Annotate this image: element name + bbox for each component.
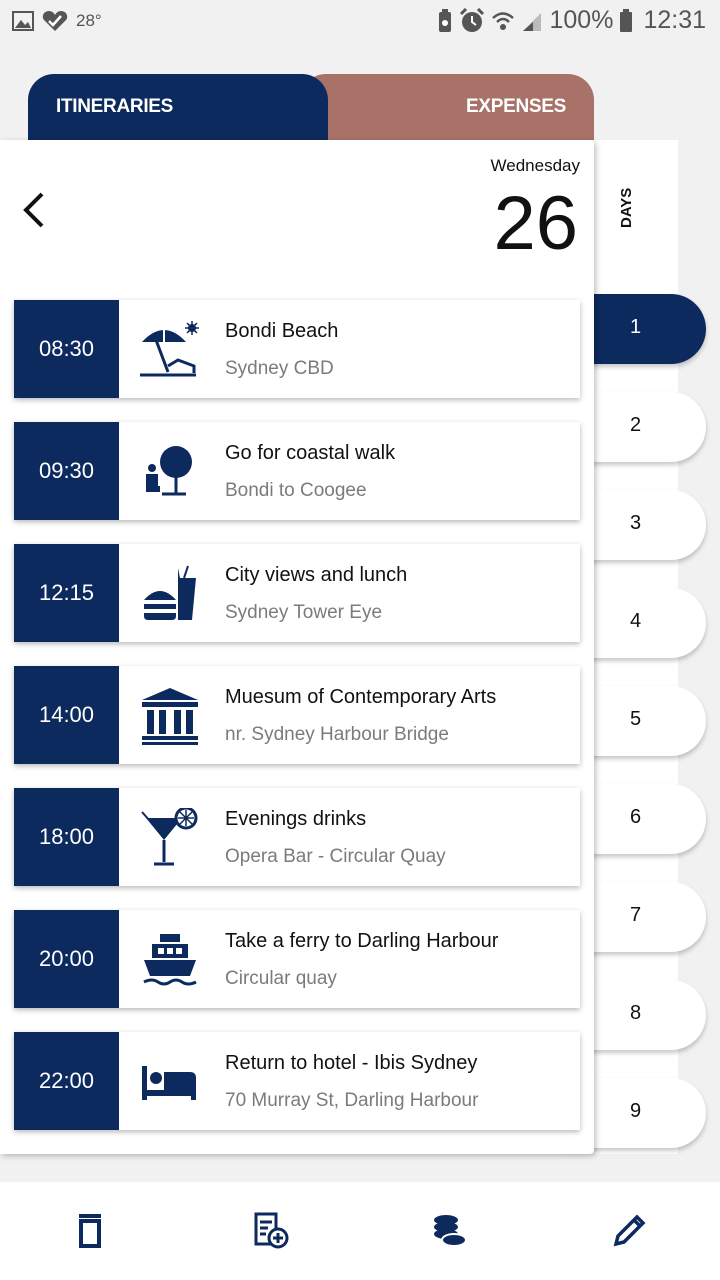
item-time: 18:00 (14, 788, 119, 886)
day-number-label: 4 (630, 610, 642, 632)
itinerary-item[interactable]: 14:00 Muesum of Contemporary Arts nr. Sydn… (14, 666, 580, 764)
status-bar: 28° 100% 12:31 (0, 0, 720, 44)
itinerary-item[interactable]: 08:30 Bondi Beach Sydney CBD (14, 300, 580, 398)
hotel-bed-icon (138, 1052, 202, 1112)
add-to-list-icon[interactable] (250, 1210, 290, 1250)
day-number-label: 8 (630, 1002, 642, 1024)
item-time: 20:00 (14, 910, 119, 1008)
tab-expenses-label: EXPENSES (465, 96, 566, 117)
item-subtitle: 70 Murray St, Darling Harbour (225, 1090, 479, 1111)
coins-icon[interactable] (430, 1210, 470, 1250)
item-subtitle: Sydney CBD (225, 358, 334, 379)
item-subtitle: Opera Bar - Circular Quay (225, 846, 446, 867)
item-title: Return to hotel - Ibis Sydney (225, 1052, 478, 1074)
days-label: DAYS (618, 187, 635, 228)
itinerary-item[interactable]: 20:00 Take a ferry to Darling Harbour Circ… (14, 910, 580, 1008)
status-time: 12:31 (643, 6, 706, 34)
cocktail-icon (138, 806, 202, 868)
health-heart-icon (42, 11, 68, 31)
itinerary-item[interactable]: 22:00 Return to hotel - Ibis Sydney 70 Mur… (14, 1032, 580, 1130)
day-number-label: 1 (630, 316, 642, 338)
battery-icon (620, 8, 633, 32)
itinerary-item[interactable]: 18:00 Evenings drinks Opera Bar - Circular… (14, 788, 580, 886)
weekday-label: Wednesday (490, 156, 580, 175)
day-number-label: 6 (630, 806, 642, 828)
item-time: 22:00 (14, 1032, 119, 1130)
item-title: Bondi Beach (225, 320, 339, 342)
item-time: 14:00 (14, 666, 119, 764)
item-title: Take a ferry to Darling Harbour (225, 930, 499, 952)
day-number-label: 5 (630, 708, 642, 730)
item-time: 08:30 (14, 300, 119, 398)
beach-umbrella-icon (138, 320, 202, 380)
day-number-label: 7 (630, 904, 642, 926)
edit-pencil-icon[interactable] (610, 1210, 650, 1250)
tab-itineraries-label: ITINERARIES (56, 96, 174, 117)
item-title: Go for coastal walk (225, 442, 396, 464)
day-number-label: 2 (630, 414, 642, 436)
itinerary-item[interactable]: 12:15 City views and lunch Sydney Tower Ey… (14, 544, 580, 642)
day-number: 26 (493, 181, 578, 266)
temperature-text: 28° (76, 11, 102, 30)
item-time: 12:15 (14, 544, 119, 642)
item-subtitle: Circular quay (225, 968, 337, 989)
alarm-icon (460, 7, 485, 32)
cell-signal-icon (523, 12, 542, 31)
itinerary-item[interactable]: 09:30 Go for coastal walk Bondi to Coogee (14, 422, 580, 520)
item-title: City views and lunch (225, 564, 408, 586)
ferry-icon (138, 930, 202, 990)
fast-food-icon (138, 564, 202, 624)
item-title: Evenings drinks (225, 808, 367, 830)
battery-saver-icon (439, 8, 452, 32)
day-number-label: 3 (630, 512, 642, 534)
item-subtitle: Bondi to Coogee (225, 480, 367, 501)
day-number-label: 9 (630, 1100, 642, 1122)
delete-icon[interactable] (70, 1210, 110, 1250)
wifi-icon (492, 11, 515, 30)
back-chevron-icon[interactable] (18, 190, 48, 230)
item-subtitle: nr. Sydney Harbour Bridge (225, 724, 449, 745)
image-notification-icon (12, 11, 34, 31)
battery-percent: 100% (549, 6, 614, 34)
item-time: 09:30 (14, 422, 119, 520)
item-title: Muesum of Contemporary Arts (225, 686, 497, 708)
item-subtitle: Sydney Tower Eye (225, 602, 383, 623)
museum-icon (138, 686, 202, 746)
park-walk-icon (138, 442, 202, 502)
